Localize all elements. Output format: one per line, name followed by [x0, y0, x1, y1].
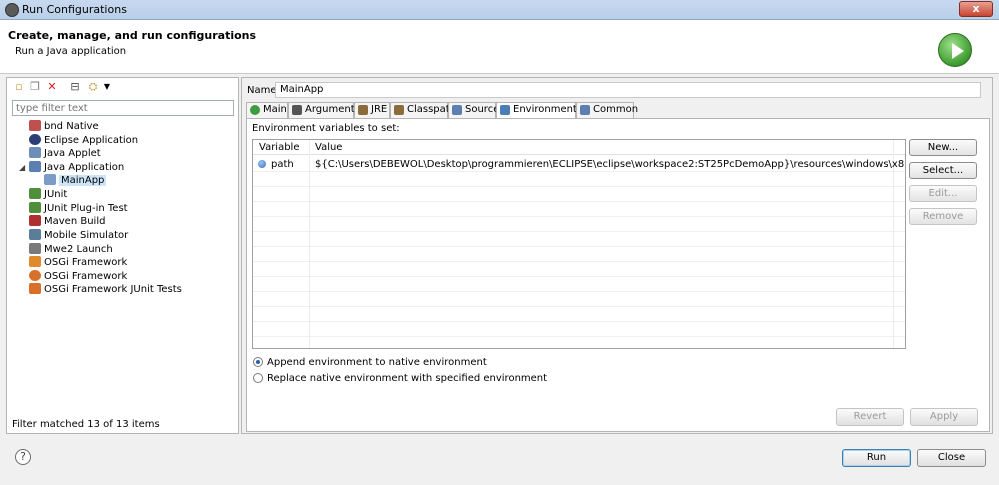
select-variable-button[interactable]: Select... [909, 162, 977, 179]
new-variable-button[interactable]: New... [909, 139, 977, 156]
dialog-heading: Create, manage, and run configurations [8, 29, 257, 42]
radio-selected-icon [253, 357, 263, 367]
grid-line [253, 231, 905, 232]
main-tab-icon [250, 105, 260, 115]
applet-icon [29, 147, 41, 158]
title-bar: Run Configurations x [0, 0, 999, 20]
filter-status: Filter matched 13 of 13 items [12, 419, 160, 430]
table-header: Variable Value [253, 140, 905, 155]
revert-button[interactable]: Revert [836, 408, 904, 426]
dialog-subheading: Run a Java application [15, 46, 127, 57]
eclipse-icon [29, 134, 41, 145]
jre-tab-icon [358, 105, 368, 115]
dialog-banner: Create, manage, and run configurations R… [0, 20, 999, 74]
junit-plugin-icon [29, 202, 41, 213]
grid-line [253, 321, 905, 322]
java-app-icon [29, 161, 41, 172]
filter-configurations-icon[interactable]: ⛭ [87, 81, 99, 93]
tab-environment[interactable]: Environment [496, 102, 577, 118]
column-header-variable[interactable]: Variable [259, 142, 300, 153]
osgi-icon [29, 256, 41, 267]
replace-environment-radio[interactable]: Replace native environment with specifie… [253, 373, 547, 384]
grid-line [253, 276, 905, 277]
osgi-junit-icon [29, 283, 41, 294]
configuration-list-panel: ▫ ❐ ✕ ⊟ ⛭ ▼ bnd Native Eclipse Applicati… [6, 77, 239, 434]
collapse-triangle-icon[interactable]: ◢ [19, 163, 25, 172]
bnd-icon [29, 120, 41, 131]
grid-line [253, 201, 905, 202]
grid-line [253, 186, 905, 187]
tree-item-eclipse-application[interactable]: Eclipse Application [29, 134, 138, 148]
tree-item-junit-plugin-test[interactable]: JUnit Plug-in Test [29, 202, 128, 216]
window-title: Run Configurations [22, 3, 127, 16]
java-file-icon [44, 174, 56, 185]
environment-variables-table[interactable]: Variable Value path ${C:\Users\DEBEWOL\D… [252, 139, 906, 349]
common-tab-icon [580, 105, 590, 115]
tree-item-osgi-framework-1[interactable]: OSGi Framework [29, 256, 127, 270]
run-button[interactable]: Run [842, 449, 911, 467]
tab-main[interactable]: Main [246, 102, 288, 118]
mobile-icon [29, 229, 41, 240]
name-input[interactable]: MainApp [275, 82, 981, 98]
junit-icon [29, 188, 41, 199]
grid-line [253, 246, 905, 247]
collapse-all-icon[interactable]: ⊟ [69, 81, 81, 93]
variable-bullet-icon [258, 160, 266, 168]
env-variables-label: Environment variables to set: [252, 123, 400, 134]
tab-arguments[interactable]: Arguments [288, 102, 360, 118]
tab-classpath[interactable]: Classpath [390, 102, 456, 118]
edit-variable-button[interactable]: Edit... [909, 185, 977, 202]
mwe2-icon [29, 243, 41, 254]
append-environment-radio[interactable]: Append environment to native environment [253, 357, 487, 368]
radio-unselected-icon [253, 373, 263, 383]
close-button[interactable]: Close [917, 449, 986, 467]
tree-item-osgi-framework-2[interactable]: OSGi Framework [29, 270, 127, 284]
new-configuration-icon[interactable]: ▫ [13, 81, 25, 93]
arguments-tab-icon [292, 105, 302, 115]
chevron-down-icon[interactable]: ▼ [101, 81, 113, 93]
grid-line [253, 261, 905, 262]
row-value-cell: ${C:\Users\DEBEWOL\Desktop\programmieren… [315, 159, 906, 170]
help-icon[interactable]: ? [15, 449, 31, 465]
grid-line [253, 291, 905, 292]
duplicate-configuration-icon[interactable]: ❐ [29, 81, 41, 93]
osgi-icon-2 [29, 270, 41, 281]
apply-button[interactable]: Apply [910, 408, 978, 426]
source-tab-icon [452, 105, 462, 115]
remove-variable-button[interactable]: Remove [909, 208, 977, 225]
grid-line [253, 216, 905, 217]
tree-item-java-application[interactable]: Java Application [29, 161, 124, 175]
configuration-editor-panel: Name: MainApp Main Arguments JRE Classpa… [241, 77, 993, 434]
maven-icon [29, 215, 41, 226]
tab-jre[interactable]: JRE [354, 102, 390, 118]
grid-line [253, 336, 905, 337]
delete-configuration-icon[interactable]: ✕ [46, 81, 58, 93]
row-variable-cell: path [271, 159, 294, 170]
classpath-tab-icon [394, 105, 404, 115]
tree-item-mwe2-launch[interactable]: Mwe2 Launch [29, 243, 113, 257]
environment-tab-content: Environment variables to set: Variable V… [246, 118, 990, 432]
tree-item-java-applet[interactable]: Java Applet [29, 147, 101, 161]
tree-item-bnd-native[interactable]: bnd Native [29, 120, 99, 134]
tree-item-osgi-framework-junit-tests[interactable]: OSGi Framework JUnit Tests [29, 283, 182, 297]
configuration-toolbar: ▫ ❐ ✕ ⊟ ⛭ ▼ [7, 78, 238, 98]
grid-line [253, 171, 905, 172]
tree-item-mobile-simulator[interactable]: Mobile Simulator [29, 229, 128, 243]
environment-tab-icon [500, 105, 510, 115]
run-badge-icon [938, 33, 972, 67]
tab-source[interactable]: Source [448, 102, 499, 118]
tree-item-junit[interactable]: JUnit [29, 188, 67, 202]
column-header-value[interactable]: Value [315, 142, 342, 153]
grid-line [253, 306, 905, 307]
tab-common[interactable]: Common [576, 102, 638, 118]
app-icon [5, 3, 19, 17]
filter-input[interactable] [12, 100, 234, 116]
tab-strip: Main Arguments JRE Classpath Source Envi… [246, 102, 991, 118]
tree-item-mainapp[interactable]: MainApp [44, 174, 107, 188]
tree-item-maven-build[interactable]: Maven Build [29, 215, 105, 229]
window-close-button[interactable]: x [959, 1, 993, 17]
